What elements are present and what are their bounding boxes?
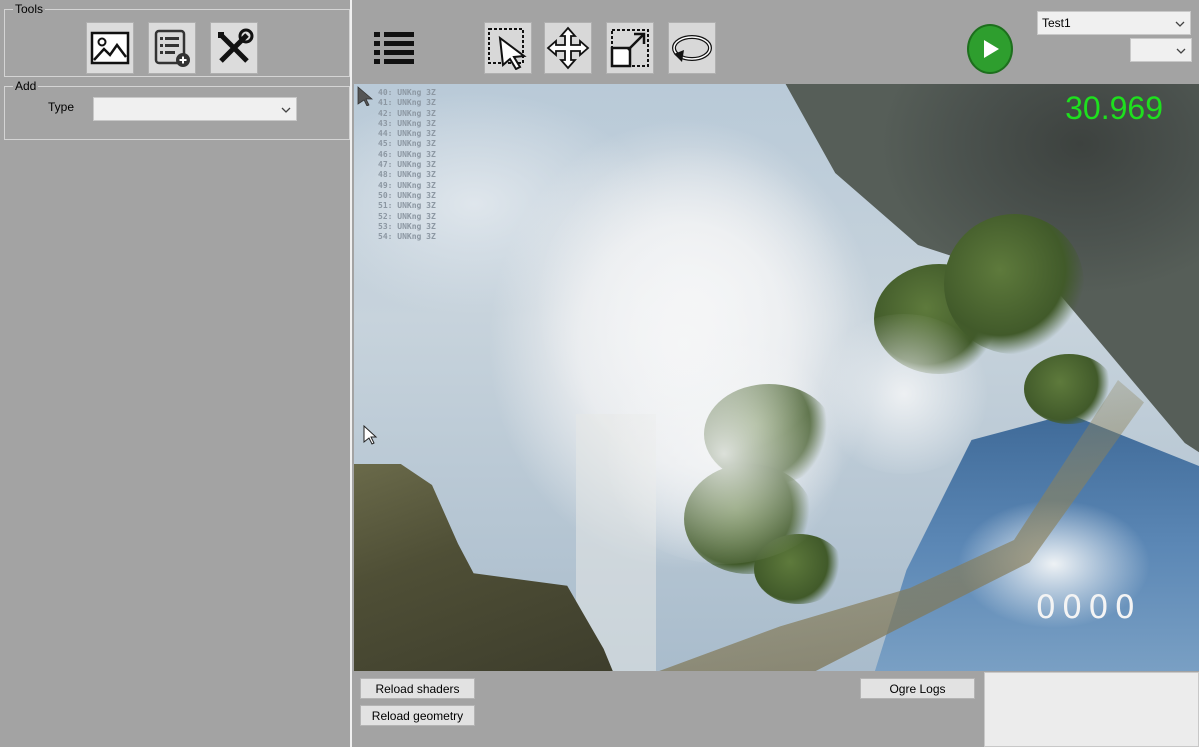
mouse-pointer-icon xyxy=(363,425,378,445)
move-tool-button[interactable] xyxy=(544,22,592,74)
settings-tool-button[interactable] xyxy=(210,22,258,74)
editor-window: Tools Add Type Test1 40: UNKng 3Z 41: UN… xyxy=(0,0,1199,747)
score-counter: 0000 xyxy=(1035,588,1141,626)
chevron-down-icon xyxy=(1175,21,1185,27)
list-button[interactable] xyxy=(370,22,418,74)
debug-line: 43: UNKng 3Z xyxy=(378,118,436,128)
chevron-down-icon xyxy=(281,107,291,113)
reload-shaders-button[interactable]: Reload shaders xyxy=(360,678,475,699)
ogre-logs-button[interactable]: Ogre Logs xyxy=(860,678,975,699)
debug-line: 49: UNKng 3Z xyxy=(378,180,436,190)
render-viewport[interactable]: 40: UNKng 3Z 41: UNKng 3Z 42: UNKng 3Z 4… xyxy=(354,84,1199,671)
tools-legend: Tools xyxy=(13,2,46,16)
tree-cluster xyxy=(1024,354,1114,424)
add-list-tool-button[interactable] xyxy=(148,22,196,74)
add-group: Add Type xyxy=(4,79,350,140)
image-tool-button[interactable] xyxy=(86,22,134,74)
scene-dropdown[interactable]: Test1 xyxy=(1037,11,1191,35)
debug-line: 45: UNKng 3Z xyxy=(378,139,436,149)
select-arrow-icon xyxy=(488,28,527,70)
top-toolbar: Test1 xyxy=(354,0,1199,84)
rotate-tool-button[interactable] xyxy=(668,22,716,74)
debug-overlay: 40: UNKng 3Z 41: UNKng 3Z 42: UNKng 3Z 4… xyxy=(378,88,436,242)
log-panel xyxy=(984,672,1199,747)
fog-cloud xyxy=(814,314,994,474)
reload-geometry-button[interactable]: Reload geometry xyxy=(360,705,475,726)
wrench-screwdriver-icon xyxy=(218,28,254,63)
scene-dropdown-value: Test1 xyxy=(1042,16,1071,30)
add-legend: Add xyxy=(13,79,39,93)
debug-line: 51: UNKng 3Z xyxy=(378,201,436,211)
debug-line: 48: UNKng 3Z xyxy=(378,170,436,180)
play-icon xyxy=(984,40,999,58)
scale-icon xyxy=(610,29,649,68)
left-panel: Tools Add Type xyxy=(0,0,352,747)
debug-line: 53: UNKng 3Z xyxy=(378,221,436,231)
tools-group: Tools xyxy=(4,2,350,77)
debug-line: 44: UNKng 3Z xyxy=(378,129,436,139)
image-icon xyxy=(90,31,130,65)
debug-line: 54: UNKng 3Z xyxy=(378,232,436,242)
play-button[interactable] xyxy=(967,24,1013,74)
type-label: Type xyxy=(48,100,75,114)
bottom-bar: Reload shaders Reload geometry Ogre Logs xyxy=(354,671,1199,747)
secondary-dropdown[interactable] xyxy=(1130,38,1192,62)
type-dropdown[interactable] xyxy=(93,97,297,121)
list-icon xyxy=(374,32,414,64)
debug-line: 46: UNKng 3Z xyxy=(378,149,436,159)
viewport-cursor-icon xyxy=(357,86,373,106)
scale-tool-button[interactable] xyxy=(606,22,654,74)
rotate-icon xyxy=(672,35,712,62)
list-add-icon xyxy=(154,29,190,67)
debug-line: 50: UNKng 3Z xyxy=(378,190,436,200)
move-arrows-icon xyxy=(546,26,590,70)
fps-counter: 30.969 xyxy=(1065,90,1163,126)
select-tool-button[interactable] xyxy=(484,22,532,74)
tree-cluster xyxy=(944,214,1084,354)
debug-line: 40: UNKng 3Z xyxy=(378,88,436,97)
debug-line: 52: UNKng 3Z xyxy=(378,211,436,221)
debug-line: 47: UNKng 3Z xyxy=(378,160,436,170)
chevron-down-icon xyxy=(1176,48,1186,54)
debug-line: 42: UNKng 3Z xyxy=(378,108,436,118)
debug-line: 41: UNKng 3Z xyxy=(378,98,436,108)
